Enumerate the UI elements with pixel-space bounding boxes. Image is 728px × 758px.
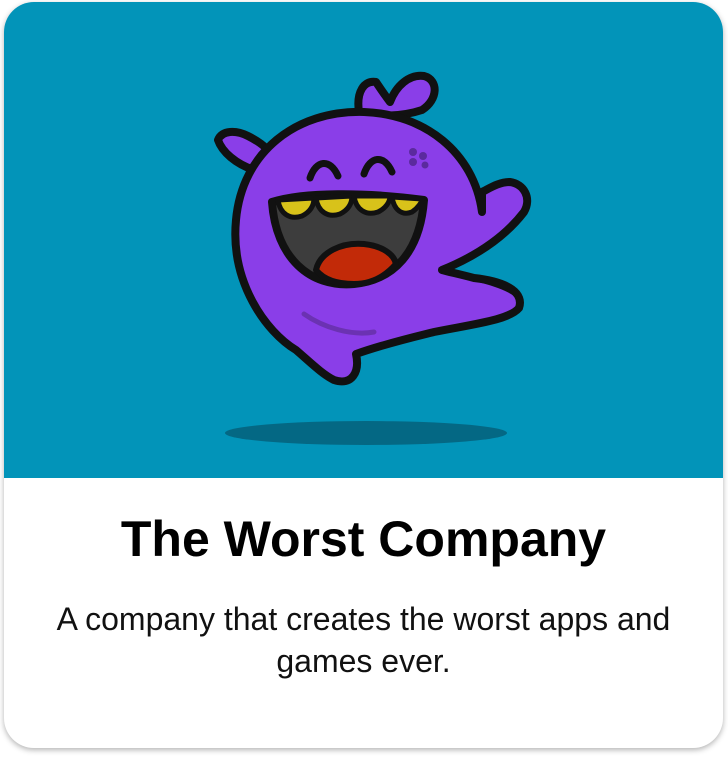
mascot-freckle [419,152,427,160]
mascot-tongue [313,240,399,287]
card-title: The Worst Company [120,511,607,567]
mascot-tooth [389,194,425,216]
mascot-shadow [225,421,507,445]
mascot-tooth [275,195,317,220]
card-hero-image [4,2,723,478]
company-card[interactable]: The Worst Company A company that creates… [4,2,723,748]
mascot-freckle [409,158,417,166]
card-description: A company that creates the worst apps an… [56,601,671,679]
ghost-mascot-illustration [214,71,532,445]
mascot-freckle [409,148,417,156]
mascot-tooth [313,193,355,218]
mascot-tooth [351,193,393,216]
mascot-freckle [421,161,429,169]
